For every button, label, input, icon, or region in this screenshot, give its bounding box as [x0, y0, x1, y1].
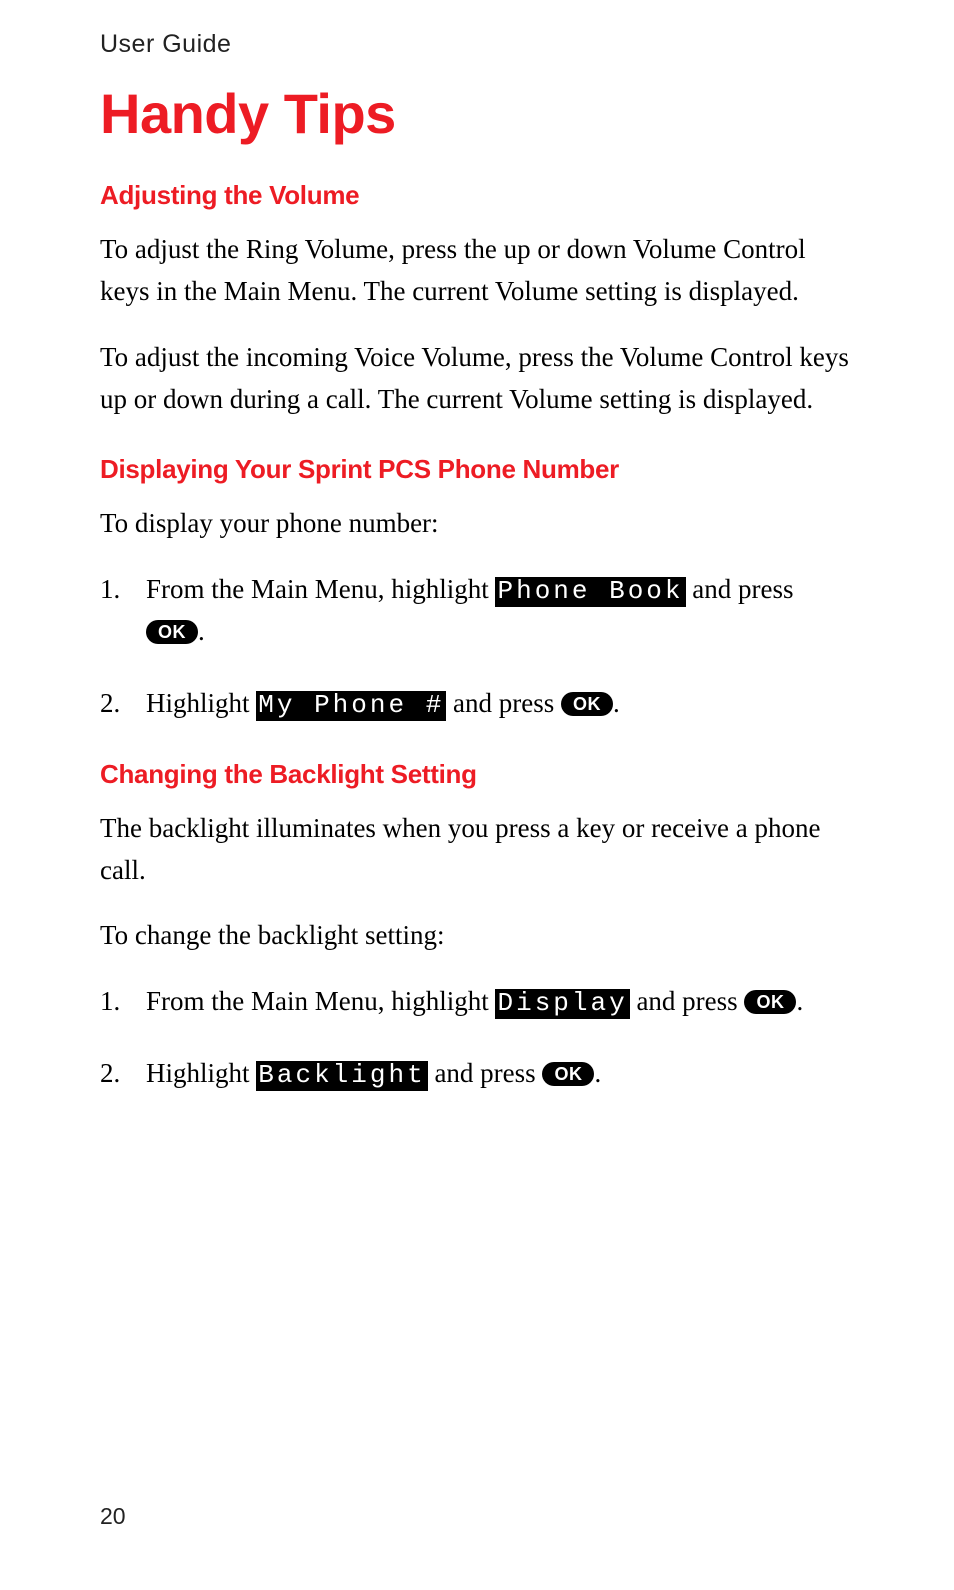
- step-text: From the Main Menu, highlight: [146, 574, 495, 604]
- list-item: 2. Highlight Backlight and press OK.: [100, 1053, 854, 1095]
- step-text: .: [594, 1058, 601, 1088]
- step-text: .: [613, 688, 620, 718]
- list-item: 1. From the Main Menu, highlight Display…: [100, 981, 854, 1023]
- step-text: .: [796, 986, 803, 1016]
- page-title: Handy Tips: [100, 81, 854, 146]
- menu-token-display: Display: [495, 989, 629, 1019]
- body-text: To change the backlight setting:: [100, 915, 854, 957]
- step-number: 2.: [100, 1053, 146, 1095]
- step-number: 1.: [100, 569, 146, 611]
- ok-button-icon: OK: [542, 1062, 594, 1086]
- body-text: The backlight illuminates when you press…: [100, 808, 854, 892]
- step-text: and press: [446, 688, 561, 718]
- step-text: .: [198, 616, 205, 646]
- step-text: Highlight: [146, 1058, 256, 1088]
- body-text: To adjust the Ring Volume, press the up …: [100, 229, 854, 313]
- list-item: 2. Highlight My Phone # and press OK.: [100, 683, 854, 725]
- step-body: Highlight Backlight and press OK.: [146, 1053, 854, 1095]
- section-heading-phone-number: Displaying Your Sprint PCS Phone Number: [100, 454, 854, 485]
- step-text: From the Main Menu, highlight: [146, 986, 495, 1016]
- step-text: and press: [428, 1058, 543, 1088]
- menu-token-my-phone: My Phone #: [256, 691, 446, 721]
- step-number: 2.: [100, 683, 146, 725]
- body-text: To display your phone number:: [100, 503, 854, 545]
- section-heading-backlight: Changing the Backlight Setting: [100, 759, 854, 790]
- section-heading-volume: Adjusting the Volume: [100, 180, 854, 211]
- page-number: 20: [100, 1503, 126, 1530]
- page-container: User Guide Handy Tips Adjusting the Volu…: [0, 0, 954, 1590]
- step-text: and press: [630, 986, 745, 1016]
- step-text: and press: [686, 574, 794, 604]
- steps-list: 1. From the Main Menu, highlight Display…: [100, 981, 854, 1095]
- step-text: Highlight: [146, 688, 256, 718]
- step-body: From the Main Menu, highlight Display an…: [146, 981, 854, 1023]
- running-header: User Guide: [100, 30, 854, 59]
- step-body: From the Main Menu, highlight Phone Book…: [146, 569, 854, 653]
- ok-button-icon: OK: [744, 990, 796, 1014]
- ok-button-icon: OK: [146, 620, 198, 644]
- step-body: Highlight My Phone # and press OK.: [146, 683, 854, 725]
- menu-token-backlight: Backlight: [256, 1061, 427, 1091]
- body-text: To adjust the incoming Voice Volume, pre…: [100, 337, 854, 421]
- step-number: 1.: [100, 981, 146, 1023]
- ok-button-icon: OK: [561, 692, 613, 716]
- steps-list: 1. From the Main Menu, highlight Phone B…: [100, 569, 854, 725]
- menu-token-phone-book: Phone Book: [495, 577, 685, 607]
- list-item: 1. From the Main Menu, highlight Phone B…: [100, 569, 854, 653]
